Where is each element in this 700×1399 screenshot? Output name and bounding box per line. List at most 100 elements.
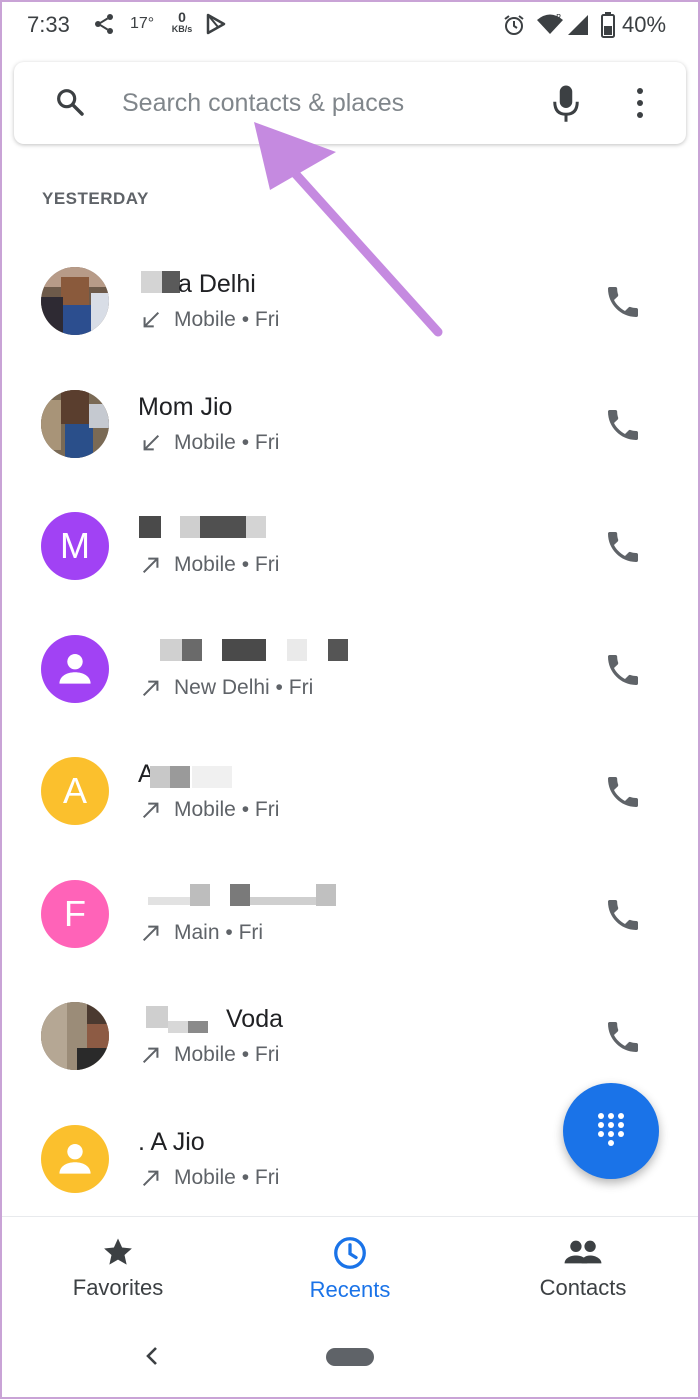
redacted-name: [139, 516, 161, 538]
call-details-text: New Delhi • Fri: [174, 676, 313, 700]
outgoing-call-icon: [142, 557, 159, 574]
call-log-item[interactable]: Voda Mobile • Fri: [0, 973, 700, 1096]
call-details: Mobile • Fri: [140, 1043, 279, 1067]
incoming-call-icon: [143, 311, 160, 328]
call-details-text: Mobile • Fri: [174, 431, 279, 455]
battery-percent: 40%: [622, 12, 667, 37]
call-day: Fri: [288, 675, 314, 699]
call-type: Mobile: [174, 553, 236, 576]
call-log-item[interactable]: A A Mobile • Fri: [0, 728, 700, 851]
call-day: Fri: [254, 798, 280, 821]
call-log-item[interactable]: New Delhi • Fri: [0, 606, 700, 729]
call-type: Main: [174, 920, 220, 944]
call-details: Mobile • Fri: [140, 431, 279, 455]
meta-separator: •: [275, 675, 283, 699]
redacted-name: [190, 883, 210, 906]
call-icon[interactable]: [603, 1017, 643, 1057]
more-vert-icon[interactable]: [633, 86, 647, 125]
redacted-name: [180, 516, 200, 538]
redacted-name: [287, 638, 307, 661]
dialpad-button[interactable]: [563, 1083, 659, 1179]
meta-separator: •: [241, 1165, 250, 1189]
redacted-name: [192, 766, 232, 788]
section-header-yesterday: YESTERDAY: [42, 189, 149, 208]
status-bar: 7:33 17° 0 KB/s R 40%: [0, 0, 700, 52]
call-day: Fri: [238, 920, 264, 944]
star-icon: [104, 1238, 132, 1265]
contact-avatar[interactable]: [41, 267, 109, 335]
call-icon[interactable]: [603, 527, 643, 567]
call-day: Fri: [254, 553, 280, 576]
call-type: Mobile: [174, 308, 236, 331]
call-type: Mobile: [174, 1043, 236, 1066]
avatar-letter: A: [62, 770, 87, 811]
call-icon[interactable]: [603, 895, 643, 935]
call-details-text: Main • Fri: [174, 921, 263, 945]
caller-name: . A Jio: [138, 1127, 205, 1156]
mic-icon[interactable]: [551, 83, 581, 128]
call-details-text: Mobile • Fri: [174, 798, 279, 822]
meta-separator: •: [241, 798, 250, 821]
contact-avatar[interactable]: A: [41, 757, 109, 825]
redacted-name: [170, 766, 190, 788]
contact-avatar[interactable]: [41, 389, 109, 458]
avatar-letter: M: [60, 525, 90, 566]
share-icon: [92, 12, 116, 41]
contact-avatar[interactable]: [41, 634, 109, 703]
call-day: Fri: [254, 1165, 280, 1189]
play-store-icon: [205, 13, 227, 40]
call-icon[interactable]: [603, 650, 643, 690]
call-icon[interactable]: [603, 772, 643, 812]
redacted-name: [246, 516, 266, 538]
caller-name: Voda: [226, 1005, 284, 1033]
caller-name: Mom Jio: [138, 392, 233, 421]
meta-separator: •: [241, 430, 250, 454]
call-day: Fri: [254, 1043, 280, 1066]
call-details: Mobile • Fri: [140, 1166, 279, 1190]
contact-avatar[interactable]: M: [41, 512, 109, 580]
call-icon[interactable]: [603, 282, 643, 322]
outgoing-call-icon: [142, 802, 159, 819]
redacted-name: [230, 883, 250, 906]
call-type: Mobile: [174, 798, 236, 821]
person-icon: [59, 1143, 91, 1174]
call-log-item[interactable]: M Mobile • Fri: [0, 483, 700, 606]
call-log-item[interactable]: Mom Jio Mobile • Fri: [0, 361, 700, 484]
contact-avatar[interactable]: [41, 1002, 109, 1070]
tab-favorites[interactable]: Favorites: [18, 1235, 218, 1301]
svg-text:R: R: [556, 13, 562, 22]
home-pill[interactable]: [326, 1348, 374, 1366]
person-icon: [59, 653, 91, 684]
call-details: Mobile • Fri: [140, 798, 279, 822]
search-icon[interactable]: [54, 86, 86, 123]
redacted-name: [182, 638, 202, 661]
call-log-item[interactable]: F Main • Fri: [0, 851, 700, 974]
tab-contacts[interactable]: Contacts: [483, 1235, 683, 1301]
redacted-name: [222, 638, 266, 661]
call-log-list: a Delhi Mobile • Fri Mom Jio Mobile • Fr…: [0, 238, 700, 1218]
contact-avatar[interactable]: F: [41, 879, 109, 948]
wifi-icon: R: [536, 12, 564, 41]
avatar-letter: F: [64, 892, 86, 934]
redacted-name: [168, 1021, 188, 1033]
outgoing-call-icon: [142, 1170, 159, 1186]
contact-avatar[interactable]: [41, 1124, 109, 1193]
redacted-name: [200, 516, 246, 538]
call-details: Main • Fri: [140, 921, 263, 945]
back-chevron-icon[interactable]: [140, 1342, 164, 1370]
meta-separator: •: [241, 1043, 250, 1066]
redacted-name: [150, 766, 170, 788]
tab-label: Contacts: [539, 1275, 627, 1300]
signal-icon: [566, 13, 590, 42]
call-type: Mobile: [174, 1165, 236, 1189]
status-time: 7:33: [27, 12, 70, 37]
call-icon[interactable]: [603, 405, 643, 445]
call-details: Mobile • Fri: [140, 553, 279, 577]
tab-recents[interactable]: Recents: [250, 1235, 450, 1303]
redacted-name: [188, 1021, 208, 1033]
tab-label: Recents: [309, 1277, 391, 1302]
outgoing-call-icon: [142, 680, 159, 696]
meta-separator: •: [225, 920, 233, 944]
tab-label: Favorites: [72, 1275, 164, 1300]
alarm-icon: [502, 13, 526, 42]
